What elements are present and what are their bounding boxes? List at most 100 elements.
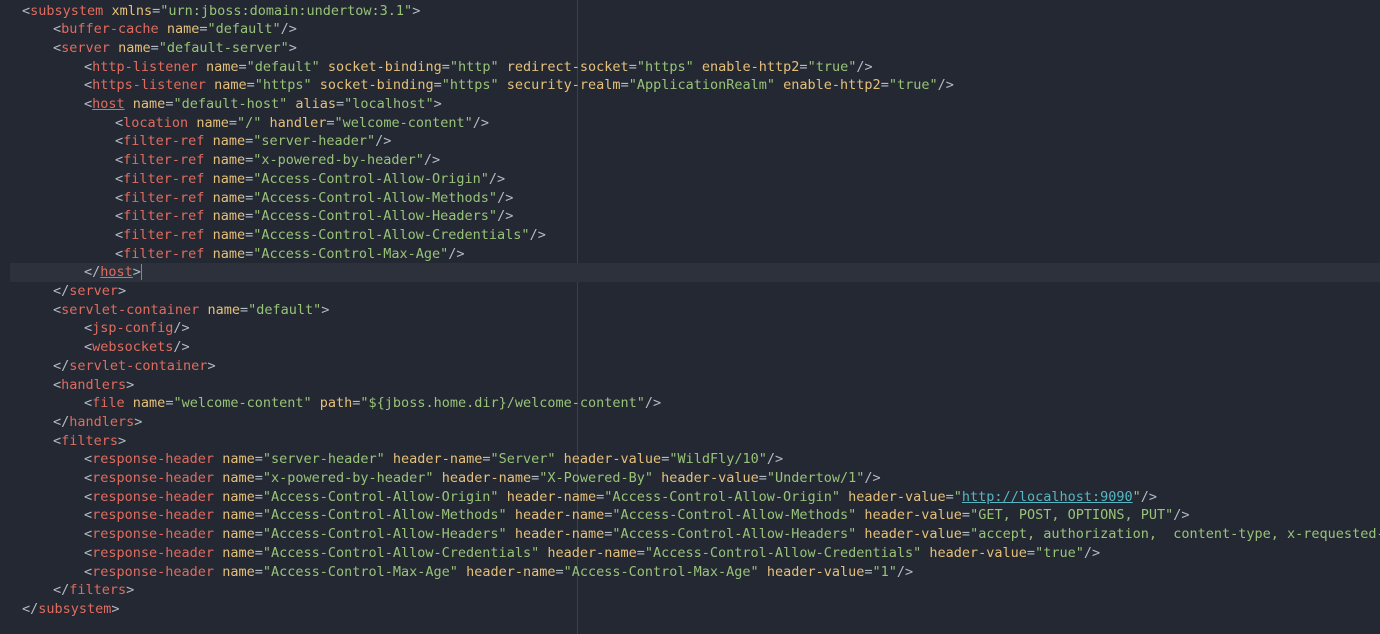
xml-punctuation (312, 395, 320, 411)
xml-punctuation (499, 77, 507, 93)
xml-attribute-value: "${jboss.home.dir}/welcome-content" (360, 395, 645, 412)
xml-punctuation: = (245, 208, 254, 225)
xml-punctuation (159, 21, 167, 37)
xml-punctuation: = (152, 2, 161, 19)
code-line-active[interactable]: </host> (10, 263, 1380, 282)
xml-attribute-name: name (222, 451, 255, 468)
xml-tag-name: filters (61, 432, 119, 449)
code-line[interactable]: <filter-ref name="Access-Control-Max-Age… (0, 245, 1380, 264)
code-line[interactable]: </server> (0, 282, 1380, 301)
xml-attribute-value: "urn:jboss:domain:undertow:3.1" (160, 2, 413, 19)
xml-attribute-name: header-value (766, 563, 865, 580)
code-line[interactable]: <websockets/> (0, 338, 1380, 357)
xml-punctuation: < (115, 189, 124, 206)
xml-punctuation: < (115, 208, 124, 225)
code-line[interactable]: <subsystem xmlns="urn:jboss:domain:under… (0, 2, 1380, 21)
xml-attribute-name: name (212, 208, 246, 225)
code-line[interactable]: <response-header name="x-powered-by-head… (0, 469, 1380, 488)
code-line[interactable]: <servlet-container name="default"> (0, 301, 1380, 320)
xml-attribute-value: "Access-Control-Allow-Headers" (253, 208, 498, 225)
code-line[interactable]: <response-header name="Access-Control-Al… (0, 488, 1380, 507)
xml-tag-name: http-listener (92, 58, 198, 75)
xml-attribute-value: "/" (236, 114, 262, 131)
xml-punctuation: </ (53, 582, 70, 599)
xml-tag-name: subsystem (30, 2, 104, 19)
code-line[interactable]: <response-header name="Access-Control-Ma… (0, 563, 1380, 582)
xml-punctuation (261, 115, 269, 131)
xml-attribute-value: "Undertow/1" (766, 470, 865, 486)
xml-punctuation (198, 59, 206, 75)
xml-punctuation: /> (896, 563, 914, 580)
xml-tag-name: server (61, 39, 110, 56)
code-line[interactable]: </handlers> (0, 413, 1380, 432)
xml-punctuation: < (84, 451, 93, 468)
code-line[interactable]: <jsp-config/> (0, 319, 1380, 338)
xml-punctuation (214, 489, 222, 505)
code-line[interactable]: <filter-ref name="Access-Control-Allow-M… (0, 189, 1380, 208)
xml-punctuation: = (758, 470, 767, 486)
xml-punctuation: < (53, 39, 62, 56)
code-line[interactable]: <buffer-cache name="default"/> (0, 20, 1380, 39)
code-line[interactable]: <http-listener name="default" socket-bin… (0, 58, 1380, 77)
xml-punctuation (507, 526, 515, 542)
code-editor[interactable]: <subsystem xmlns="urn:jboss:domain:under… (0, 0, 1380, 634)
xml-tag-name: server (69, 283, 119, 299)
code-line[interactable]: <filter-ref name="x-powered-by-header"/> (0, 151, 1380, 170)
xml-punctuation (385, 451, 393, 467)
code-line[interactable]: </servlet-container> (0, 357, 1380, 376)
code-line[interactable]: <response-header name="Access-Control-Al… (0, 525, 1380, 544)
xml-punctuation: </ (53, 413, 70, 430)
xml-punctuation (653, 470, 661, 486)
xml-punctuation: = (864, 563, 873, 580)
xml-punctuation: = (245, 189, 254, 206)
xml-attribute-value: "accept, authorization, content-type, x-… (970, 526, 1380, 543)
xml-attribute-value: " (1132, 488, 1141, 505)
code-line[interactable]: <file name="welcome-content" path="${jbo… (0, 394, 1380, 413)
xml-attribute-value: "Access-Control-Allow-Methods" (253, 189, 498, 206)
code-line[interactable]: <filter-ref name="Access-Control-Allow-C… (0, 226, 1380, 245)
xml-punctuation (434, 470, 442, 486)
xml-punctuation: > (126, 376, 135, 393)
code-line[interactable]: <response-header name="Access-Control-Al… (0, 544, 1380, 563)
code-line[interactable]: <response-header name="server-header" he… (0, 450, 1380, 469)
code-line[interactable]: <host name="default-host" alias="localho… (0, 95, 1380, 114)
xml-punctuation: < (84, 58, 93, 75)
code-line[interactable]: <https-listener name="https" socket-bind… (0, 76, 1380, 95)
xml-punctuation: = (620, 77, 629, 94)
code-line[interactable]: <handlers> (0, 376, 1380, 395)
xml-attribute-name: security-realm (506, 77, 621, 94)
xml-tag-name: buffer-cache (61, 21, 159, 38)
xml-punctuation: = (880, 77, 889, 94)
xml-punctuation: /> (280, 21, 297, 38)
code-line[interactable]: <location name="/" handler="welcome-cont… (0, 114, 1380, 133)
xml-punctuation: < (53, 301, 62, 318)
code-line[interactable]: </subsystem> (0, 600, 1380, 619)
xml-tag-name: response-header (92, 470, 215, 486)
xml-punctuation: = (245, 170, 254, 187)
xml-punctuation (125, 96, 133, 112)
xml-tag-name: https-listener (92, 77, 206, 94)
xml-punctuation: /> (1140, 488, 1158, 505)
code-line[interactable]: <filter-ref name="Access-Control-Allow-O… (0, 170, 1380, 189)
xml-attribute-value: "Access-Control-Allow-Credentials" (253, 226, 530, 243)
xml-punctuation: > (118, 432, 127, 449)
code-line[interactable]: <filters> (0, 432, 1380, 451)
xml-attribute-value: "Access-Control-Max-Age" (253, 245, 449, 262)
code-line[interactable]: <server name="default-server"> (0, 39, 1380, 58)
xml-punctuation: = (531, 470, 540, 486)
xml-punctuation: > (433, 96, 442, 112)
code-line[interactable]: </filters> (0, 581, 1380, 600)
code-line[interactable]: <filter-ref name="Access-Control-Allow-H… (0, 207, 1380, 226)
xml-punctuation: /> (529, 226, 546, 243)
code-line[interactable]: <filter-ref name="server-header"/> (0, 132, 1380, 151)
xml-attribute-name: xmlns (111, 2, 153, 19)
xml-punctuation (204, 208, 212, 224)
url-link[interactable]: http://localhost:9090 (962, 489, 1133, 505)
xml-attribute-name: enable-http2 (783, 77, 881, 94)
xml-punctuation: = (254, 544, 263, 561)
xml-punctuation: = (239, 301, 249, 318)
code-line[interactable]: <response-header name="Access-Control-Al… (0, 506, 1380, 525)
xml-tag-name: response-header (92, 451, 215, 468)
xml-attribute-name: header-value (929, 544, 1027, 561)
xml-attribute-name: header-name (547, 544, 637, 561)
